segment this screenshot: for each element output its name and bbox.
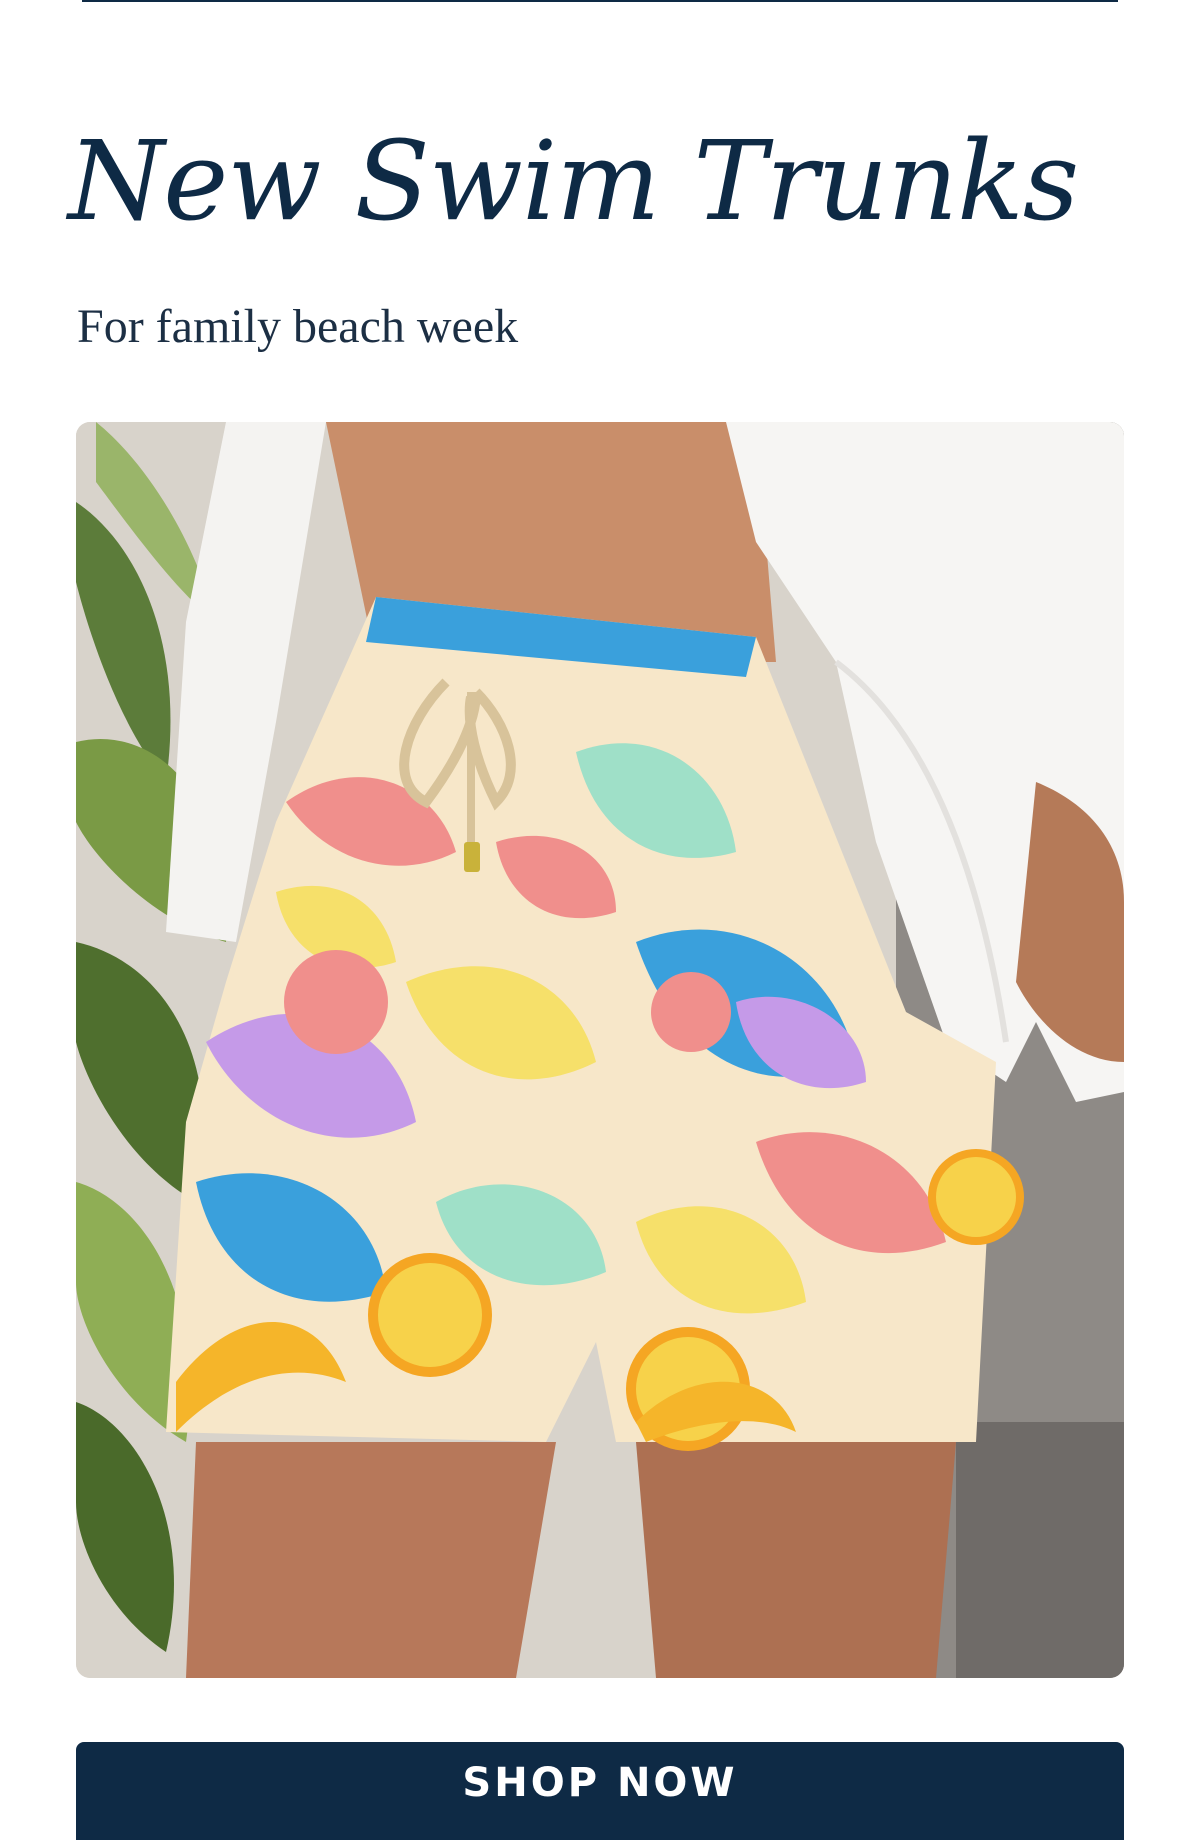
shop-now-button[interactable]: SHOP NOW — [76, 1742, 1124, 1840]
product-hero-image[interactable] — [76, 422, 1124, 1678]
swim-trunks-photo — [76, 422, 1124, 1678]
promo-subheadline: For family beach week — [77, 300, 519, 353]
top-divider — [82, 0, 1118, 2]
promo-headline: New Swim Trunks — [68, 117, 1079, 245]
